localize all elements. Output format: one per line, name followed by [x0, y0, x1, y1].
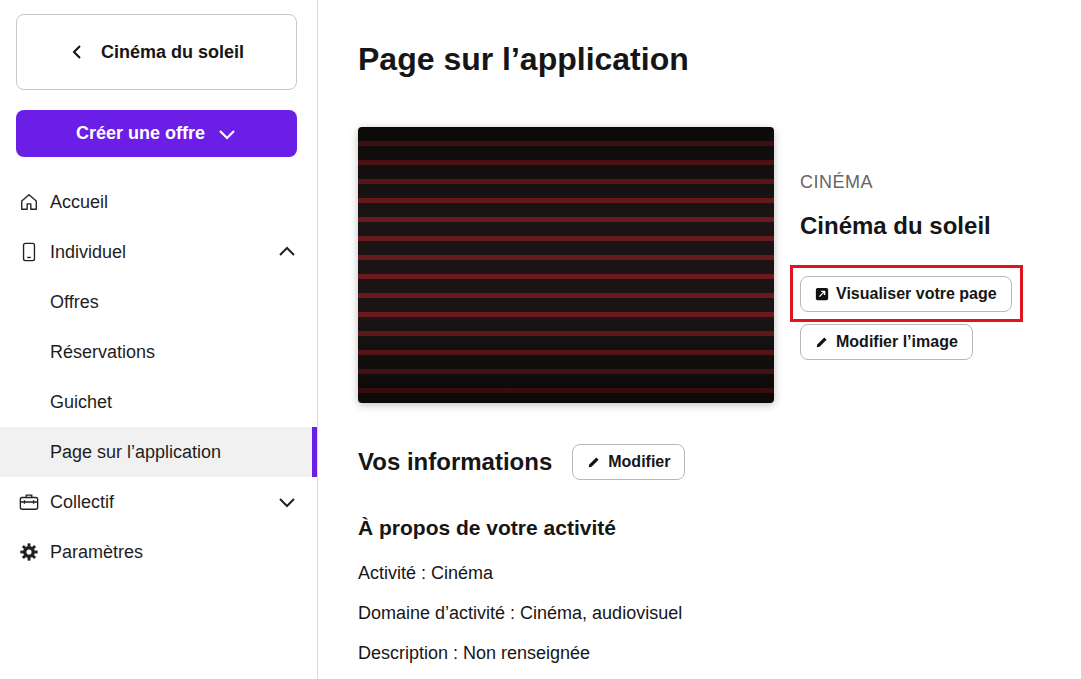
info-line: Activité : Cinéma	[358, 553, 1061, 593]
sidebar-item[interactable]: Accueil	[0, 177, 317, 227]
nav-icon-box	[18, 491, 40, 513]
venue-name: Cinéma du soleil	[800, 211, 1012, 241]
edit-info-button[interactable]: Modifier	[572, 444, 685, 480]
sidebar-item-label: Individuel	[50, 242, 277, 263]
venue-details: CINÉMA Cinéma du soleil Visualiser votre…	[800, 127, 1012, 403]
gear-icon	[19, 542, 39, 562]
chevron-down-icon	[277, 492, 297, 512]
sidebar-item[interactable]: Collectif	[0, 477, 317, 527]
venue-button[interactable]: Modifier l’image	[800, 324, 973, 360]
sidebar-item-label: Réservations	[50, 342, 297, 363]
edit-info-label: Modifier	[608, 453, 670, 471]
nav-icon-box	[18, 191, 40, 213]
venue-button[interactable]: Visualiser votre page	[800, 276, 1012, 312]
venue-card: CINÉMA Cinéma du soleil Visualiser votre…	[358, 127, 1061, 403]
sidebar-item[interactable]: Réservations	[0, 327, 317, 377]
briefcase-icon	[18, 492, 40, 512]
sidebar-item[interactable]: Guichet	[0, 377, 317, 427]
chevron-left-icon	[69, 42, 85, 62]
venue-photo	[358, 127, 774, 403]
sidebar-top: Cinéma du soleil Créer une offre	[0, 0, 317, 157]
info-line: Description : Non renseignée	[358, 633, 1061, 673]
chevron-up-icon	[277, 242, 297, 262]
info-header: Vos informations Modifier	[358, 444, 1061, 480]
sidebar-item[interactable]: Individuel	[0, 227, 317, 277]
pencil-icon	[815, 335, 829, 349]
pencil-icon	[587, 455, 601, 469]
sidebar-item-label: Accueil	[50, 192, 297, 213]
section-title: À propos de votre activité	[358, 516, 1061, 540]
external-link-icon	[815, 287, 829, 301]
venue-button-label: Modifier l’image	[836, 333, 958, 351]
create-offer-button[interactable]: Créer une offre	[16, 110, 297, 157]
back-button[interactable]: Cinéma du soleil	[16, 14, 297, 90]
info-line: Domaine d’activité : Cinéma, audiovisuel	[358, 593, 1061, 633]
sidebar-item-label: Guichet	[50, 392, 297, 413]
venue-button-label: Visualiser votre page	[836, 285, 997, 303]
sidebar-item[interactable]: Page sur l’application	[0, 427, 317, 477]
app: Cinéma du soleil Créer une offre Accueil…	[0, 0, 1081, 679]
sidebar-item[interactable]: Paramètres	[0, 527, 317, 577]
home-icon	[19, 192, 39, 212]
create-offer-label: Créer une offre	[76, 123, 205, 144]
main-content: Page sur l’application CINÉMA Cinéma du …	[318, 0, 1081, 679]
nav-icon-box	[18, 541, 40, 563]
sidebar-item-label: Collectif	[50, 492, 277, 513]
page-title: Page sur l’application	[358, 38, 1061, 80]
sidebar-item-label: Offres	[50, 292, 297, 313]
sidebar-item-label: Page sur l’application	[50, 442, 297, 463]
chevron-down-icon	[217, 124, 237, 144]
info-title: Vos informations	[358, 447, 552, 477]
nav-icon-box	[18, 241, 40, 263]
sidebar-nav: Accueil Individuel Offres Réservations G…	[0, 177, 317, 577]
back-label: Cinéma du soleil	[101, 42, 244, 63]
venue-category: CINÉMA	[800, 172, 1012, 192]
sidebar: Cinéma du soleil Créer une offre Accueil…	[0, 0, 318, 679]
sidebar-item-label: Paramètres	[50, 542, 297, 563]
sidebar-item[interactable]: Offres	[0, 277, 317, 327]
phone-icon	[19, 241, 39, 263]
venue-buttons: Visualiser votre page Modifier l’image	[800, 276, 1012, 360]
